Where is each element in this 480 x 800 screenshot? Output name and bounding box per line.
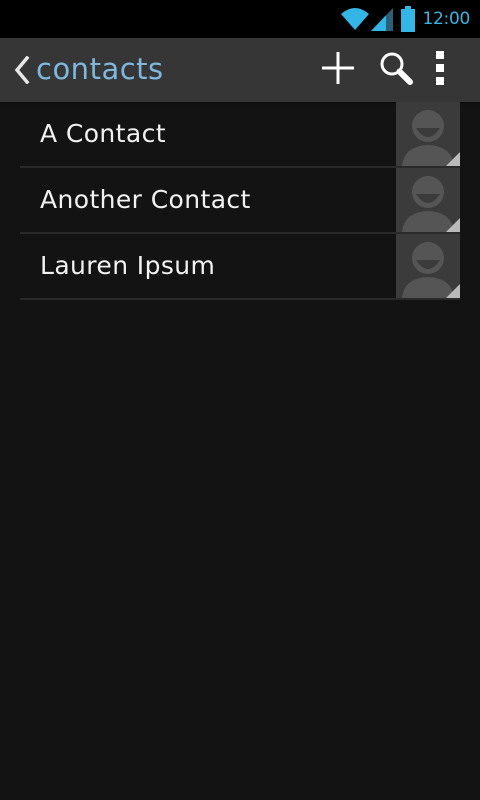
status-icons: 12:00 <box>340 4 471 34</box>
add-icon <box>321 51 355 89</box>
page-title: contacts <box>36 52 164 86</box>
overflow-menu-icon <box>435 51 445 89</box>
contact-name: Another Contact <box>40 185 251 214</box>
up-navigation-button[interactable]: contacts <box>0 38 180 102</box>
list-item[interactable]: Lauren Ipsum <box>20 234 460 300</box>
list-item[interactable]: Another Contact <box>20 168 460 234</box>
contact-name: A Contact <box>40 119 166 148</box>
avatar-placeholder-icon <box>396 168 460 232</box>
contact-photo-button[interactable] <box>396 168 460 232</box>
back-chevron-icon <box>14 55 30 88</box>
search-icon <box>379 51 413 89</box>
action-bar: contacts <box>0 38 480 102</box>
contact-list: A Contact Another Contact Lauren Ipsum <box>20 102 460 300</box>
add-contact-button[interactable] <box>310 38 366 102</box>
wifi-icon <box>340 6 369 32</box>
contact-photo-button[interactable] <box>396 234 460 298</box>
status-clock: 12:00 <box>422 9 471 29</box>
contact-photo-button[interactable] <box>396 102 460 166</box>
avatar-placeholder-icon <box>396 234 460 298</box>
list-item[interactable]: A Contact <box>20 102 460 168</box>
overflow-menu-button[interactable] <box>412 38 468 102</box>
avatar-placeholder-icon <box>396 102 460 166</box>
status-bar: 12:00 <box>0 0 480 38</box>
battery-icon <box>400 6 415 32</box>
contact-name: Lauren Ipsum <box>40 251 216 280</box>
cell-signal-icon <box>370 6 395 32</box>
